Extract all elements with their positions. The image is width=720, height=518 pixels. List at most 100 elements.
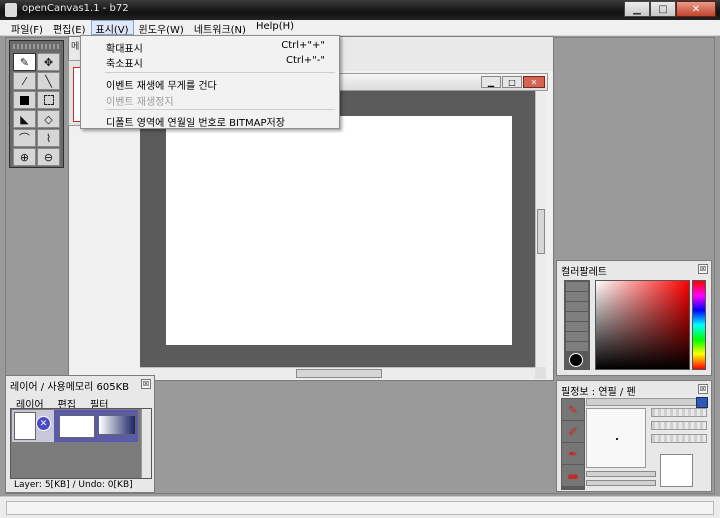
swatch[interactable]: [566, 322, 588, 331]
layer-list: ✕: [10, 408, 152, 479]
canvas-horizontal-scrollbar[interactable]: [140, 367, 535, 379]
menu-item-zoom-in[interactable]: 확대표시 Ctrl+"+": [81, 39, 339, 55]
lasso-fill-icon: ◣: [20, 112, 29, 126]
fill-tool[interactable]: [13, 91, 36, 109]
menu-item-event-playback-weight[interactable]: 이벤트 재생에 무게를 건다: [81, 76, 339, 92]
lasso-fill-tool[interactable]: ◣: [13, 110, 36, 128]
lasso-tool[interactable]: ◇: [37, 110, 60, 128]
maximize-button[interactable]: □: [650, 1, 676, 17]
menubar: 파일(F) 편집(E) 표시(V) 윈도우(W) 네트워크(N) Help(H): [0, 20, 720, 36]
curve-icon: ⌒: [19, 132, 30, 145]
vertical-scroll-thumb[interactable]: [537, 209, 545, 254]
palette-close-button[interactable]: ☒: [698, 264, 708, 274]
menu-item-label: 디폴트 영역에 연월일 번호로 BITMAP저장: [106, 118, 285, 129]
canvas-vertical-scrollbar[interactable]: [535, 91, 546, 367]
select-tool[interactable]: [37, 91, 60, 109]
hue-slider[interactable]: [692, 280, 706, 370]
document-tab[interactable]: 메: [71, 39, 79, 52]
layer-panel: 레이어 / 사용메모리 605KB ☒ 레이어 편집 필터 ✕ Layer: 5…: [5, 375, 155, 493]
swatch[interactable]: [566, 292, 588, 301]
swatch[interactable]: [566, 312, 588, 321]
menu-view[interactable]: 표시(V): [90, 20, 134, 36]
layer-opacity-gradient: [98, 415, 136, 435]
move-tool[interactable]: ✥: [37, 53, 60, 71]
line-icon: ╲: [45, 74, 52, 88]
window-title: openCanvas1.1 - b72: [22, 3, 129, 14]
density-slider[interactable]: [586, 480, 656, 486]
menu-window[interactable]: 윈도우(W): [134, 20, 189, 36]
brush-info-panel: 필정보 : 연필 / 펜 ☒ ✎ ✐ ✒ ▬: [556, 380, 712, 492]
canvas-minimize-button[interactable]: ▁: [481, 76, 501, 88]
swatch[interactable]: [566, 302, 588, 311]
airbrush-icon[interactable]: ✒: [562, 443, 584, 464]
app-icon: [5, 3, 17, 17]
toolbox: ✎ ✥ ⁄ ╲ ◣ ◇ ⌒ ⌇ ⊕ ⊖: [9, 40, 64, 168]
opacity-slider[interactable]: [586, 471, 656, 477]
menu-item-event-playback-stop: 이벤트 재생정지: [81, 92, 339, 108]
minimize-button[interactable]: ▁: [624, 1, 650, 17]
brush-type-list: ✎ ✐ ✒ ▬: [561, 398, 585, 490]
layer-panel-close-button[interactable]: ☒: [141, 379, 151, 389]
scroll-corner: [535, 367, 546, 379]
pencil-brush-icon[interactable]: ✎: [562, 399, 584, 420]
brush-info-close-button[interactable]: ☒: [698, 384, 708, 394]
canvas-maximize-button[interactable]: □: [502, 76, 522, 88]
canvas-close-button[interactable]: ✕: [523, 76, 545, 88]
curve-tool[interactable]: ⌒: [13, 129, 36, 147]
eraser-icon[interactable]: ▬: [562, 465, 584, 486]
zoom-out-icon: ⊖: [43, 150, 54, 164]
layer-visibility-icon[interactable]: ✕: [36, 416, 51, 431]
zoom-out-tool[interactable]: ⊖: [37, 148, 60, 166]
layer-brush-thumbnail: [14, 412, 36, 440]
menu-item-label: 확대표시: [106, 44, 143, 55]
pressure-curve[interactable]: [660, 454, 693, 487]
brush-option-button[interactable]: [651, 408, 707, 417]
view-menu-dropdown: 확대표시 Ctrl+"+" 축소표시 Ctrl+"-" 이벤트 재생에 무게를 …: [80, 35, 340, 129]
drawing-paper[interactable]: [166, 116, 512, 345]
brush-preview-dot: [616, 438, 618, 440]
pencil-icon: ✎: [19, 55, 30, 69]
pencil-tool[interactable]: ✎: [13, 53, 36, 71]
menu-item-shortcut: Ctrl+"+": [281, 40, 325, 51]
toolbox-grip[interactable]: [13, 44, 60, 49]
save-icon[interactable]: [696, 397, 708, 408]
layer-status: Layer: 5[KB] / Undo: 0[KB]: [14, 480, 133, 490]
swatch[interactable]: [566, 282, 588, 291]
window-titlebar: openCanvas1.1 - b72 ▁ □ ✕: [0, 0, 720, 20]
layer-list-scrollbar[interactable]: [141, 409, 151, 478]
swatch[interactable]: [566, 332, 588, 341]
menu-item-save-bitmap[interactable]: 디폴트 영역에 연월일 번호로 BITMAP저장: [81, 113, 339, 129]
swatch[interactable]: [566, 342, 588, 351]
line-tool[interactable]: ╲: [37, 72, 60, 90]
polyline-icon: ⌇: [45, 131, 52, 145]
menu-separator: [105, 109, 335, 110]
menu-item-shortcut: Ctrl+"-": [286, 55, 325, 66]
brush-option-button[interactable]: [651, 434, 707, 443]
menu-network[interactable]: 네트워크(N): [189, 20, 251, 36]
menu-file[interactable]: 파일(F): [6, 20, 48, 36]
horizontal-scroll-thumb[interactable]: [296, 369, 382, 378]
brush-sliders: [586, 471, 656, 489]
menu-item-zoom-out[interactable]: 축소표시 Ctrl+"-": [81, 54, 339, 70]
brush-info-title: 필정보 : 연필 / 펜: [561, 387, 636, 398]
move-icon: ✥: [43, 55, 54, 69]
brush-size-slider[interactable]: [586, 398, 706, 406]
current-color-swatch[interactable]: [569, 353, 583, 367]
layer-row[interactable]: ✕: [12, 410, 138, 442]
close-button[interactable]: ✕: [676, 1, 716, 17]
menu-edit[interactable]: 편집(E): [48, 20, 91, 36]
menu-help[interactable]: Help(H): [251, 20, 299, 35]
polyline-tool[interactable]: ⌇: [37, 129, 60, 147]
menu-item-label: 축소표시: [106, 59, 143, 70]
saturation-value-picker[interactable]: [595, 280, 690, 370]
palette-title: 컬러팔레트: [561, 267, 607, 278]
brush-preview: [586, 408, 646, 468]
zoom-in-tool[interactable]: ⊕: [13, 148, 36, 166]
brush-icon[interactable]: ✐: [562, 421, 584, 442]
fill-square-icon: [20, 95, 29, 105]
brush-options: [651, 408, 707, 447]
color-palette-panel: 컬러팔레트 ☒: [556, 260, 712, 376]
brush-option-button[interactable]: [651, 421, 707, 430]
eyedropper-tool[interactable]: ⁄: [13, 72, 36, 90]
menu-separator: [105, 72, 335, 73]
